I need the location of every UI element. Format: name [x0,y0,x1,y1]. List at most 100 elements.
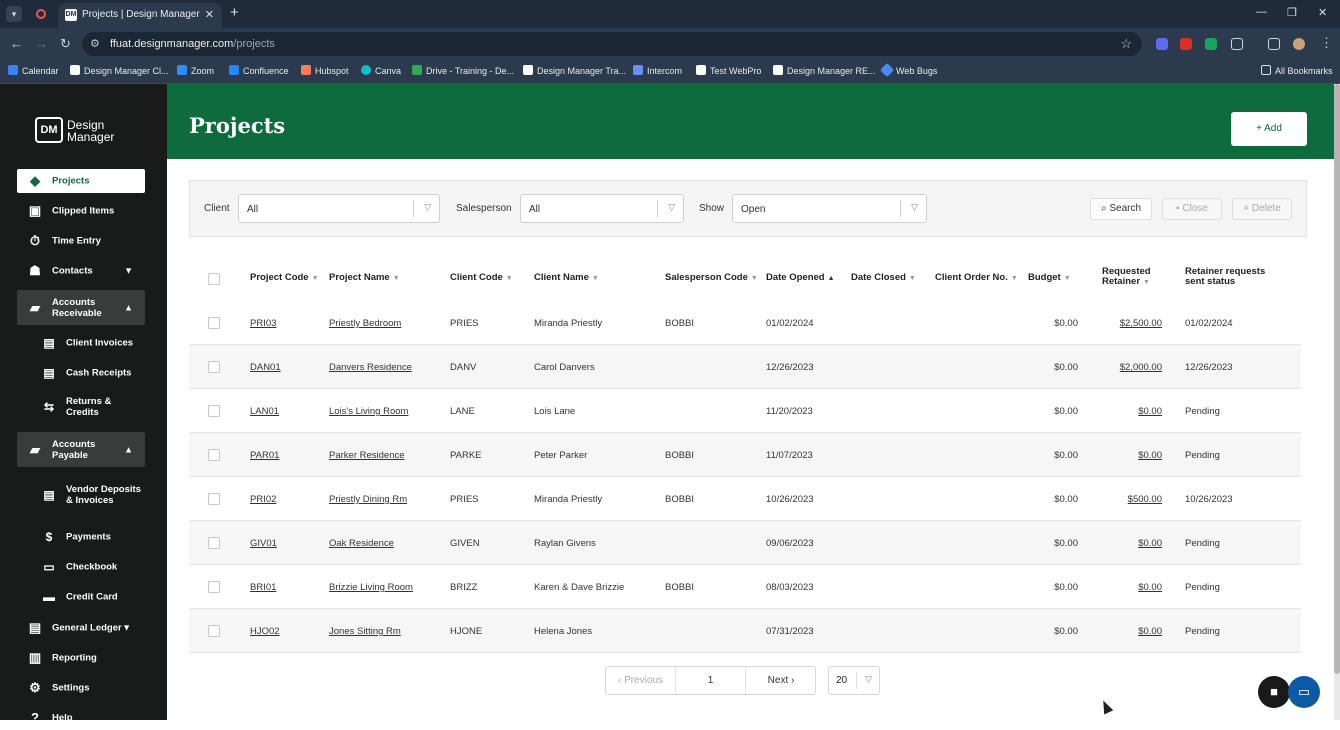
row-checkbox[interactable] [208,581,220,593]
browser-menu-icon[interactable]: ⋮ [1320,35,1333,51]
sidebar-item-checkbook[interactable]: ▭ Checkbook [40,557,150,577]
cell-retainer[interactable]: $2,000.00 [1120,362,1162,373]
sidebar-item-returns-credits[interactable]: ⇆ Returns & Credits [40,393,150,421]
back-icon[interactable]: ← [10,36,23,51]
cell-project-name[interactable]: Jones Sitting Rm [329,626,401,637]
bookmark-test-webpro[interactable]: Test WebPro [696,65,761,77]
sidebar-item-settings[interactable]: ⚙ Settings [17,676,145,700]
row-checkbox[interactable] [208,625,220,637]
cell-retainer[interactable]: $0.00 [1138,450,1162,461]
pdf-extension-icon[interactable] [1180,38,1192,50]
cell-project-name[interactable]: Lois's Living Room [329,406,408,417]
row-checkbox[interactable] [208,361,220,373]
salesperson-filter-select[interactable]: All ▽ [520,194,684,223]
row-checkbox[interactable] [208,449,220,461]
chevron-up-icon[interactable]: ▲ [124,302,133,313]
sidebar-item-contacts[interactable]: ☗ Contacts ▼ [17,259,145,283]
cell-retainer[interactable]: $2,500.00 [1120,318,1162,329]
sidebar-item-credit-card[interactable]: ▬ Credit Card [40,587,150,607]
design-manager-extension-icon[interactable] [1205,38,1217,50]
bookmark-star-icon[interactable]: ☆ [1120,36,1132,52]
select-all-checkbox[interactable] [208,273,220,285]
cell-retainer[interactable]: $0.00 [1138,626,1162,637]
cell-retainer[interactable]: $0.00 [1138,582,1162,593]
bookmark-web-bugs[interactable]: Web Bugs [879,62,937,78]
sidebar-item-payments[interactable]: $ Payments [40,527,150,547]
sidebar-item-help[interactable]: ? Help [17,706,145,730]
cell-project-code[interactable]: GIV01 [250,538,277,549]
bookmark-dm-re[interactable]: Design Manager RE... [773,65,876,77]
page-size-select[interactable]: 20 ▽ [828,666,880,695]
cell-project-code[interactable]: LAN01 [250,406,279,417]
sidebar-item-accounts-payable[interactable]: ▰ Accounts Payable ▲ [17,432,145,467]
chevron-up-icon[interactable]: ▲ [124,444,133,455]
col-budget[interactable]: Budget ▼ [1028,273,1071,284]
cell-project-code[interactable]: PRI02 [250,494,276,505]
intercom-chat-icon[interactable]: ▭ [1288,676,1320,708]
forward-icon[interactable]: → [35,36,48,51]
col-client-order-no[interactable]: Client Order No. ▼ [935,273,1018,284]
profile-avatar[interactable] [1293,38,1305,50]
page-scrollbar[interactable] [1334,84,1340,720]
all-bookmarks[interactable]: All Bookmarks [1261,65,1333,77]
cell-project-name[interactable]: Parker Residence [329,450,405,461]
sidebar-item-clipped-items[interactable]: ▣ Clipped Items [17,199,145,223]
delete-button[interactable]: × Delete [1232,198,1292,220]
bookmark-zoom[interactable]: Zoom [177,65,214,77]
cell-project-name[interactable]: Danvers Residence [329,362,412,373]
chevron-down-icon[interactable]: ▼ [122,623,131,634]
next-page-button[interactable]: Next › [746,667,816,694]
sidebar-item-projects[interactable]: ◆ Projects [17,169,145,193]
cell-project-code[interactable]: PRI03 [250,318,276,329]
bookmark-hubspot[interactable]: Hubspot [301,65,349,77]
scrollbar-thumb[interactable] [1334,84,1340,674]
cell-project-code[interactable]: DAN01 [250,362,281,373]
client-filter-select[interactable]: All ▽ [238,194,440,223]
col-project-name[interactable]: Project Name ▼ [329,273,400,284]
sidebar-item-general-ledger[interactable]: ▤ General Ledger ▼ [17,616,145,640]
extension-icon[interactable] [1156,38,1168,50]
cell-project-name[interactable]: Priestly Dining Rm [329,494,407,505]
table-row[interactable]: PAR01 Parker Residence PARKE Peter Parker BO… [189,433,1301,477]
extensions-puzzle-icon[interactable] [1231,38,1243,50]
new-tab-icon[interactable]: + [230,4,239,21]
table-row[interactable]: PRI02 Priestly Dining Rm PRIES Miranda Prie… [189,477,1301,521]
sidebar-item-vendor-deposits[interactable]: ▤ Vendor Deposits & Invoices [40,478,150,512]
cell-project-name[interactable]: Brizzie Living Room [329,582,413,593]
cell-project-code[interactable]: HJO02 [250,626,280,637]
cell-project-name[interactable]: Oak Residence [329,538,394,549]
cell-project-code[interactable]: PAR01 [250,450,279,461]
side-panel-icon[interactable] [1268,38,1280,50]
site-info-icon[interactable]: ⚙ [90,37,100,50]
url-field[interactable]: ⚙ ffuat.designmanager.com/projects ☆ [82,32,1142,56]
cell-project-code[interactable]: BRI01 [250,582,276,593]
bookmark-calendar[interactable]: Calendar [8,65,59,77]
show-filter-select[interactable]: Open ▽ [732,194,927,223]
bookmark-drive[interactable]: Drive - Training - De... [412,65,514,77]
row-checkbox[interactable] [208,537,220,549]
table-row[interactable]: PRI03 Priestly Bedroom PRIES Miranda Priest… [189,301,1301,345]
col-requested-retainer[interactable]: Requested Retainer ▼ [1102,267,1151,288]
browser-tab-projects[interactable]: DM Projects | Design Manager ✕ [58,3,222,28]
row-checkbox[interactable] [208,405,220,417]
table-row[interactable]: GIV01 Oak Residence GIVEN Raylan Givens 09/0… [189,521,1301,565]
col-client-code[interactable]: Client Code ▼ [450,273,513,284]
col-project-code[interactable]: Project Code ▼ [250,273,319,284]
row-checkbox[interactable] [208,493,220,505]
col-client-name[interactable]: Client Name ▼ [534,273,599,284]
bookmark-dm-classic[interactable]: Design Manager Cl... [70,65,169,77]
table-row[interactable]: HJO02 Jones Sitting Rm HJONE Helena Jones 07… [189,609,1301,653]
cell-retainer[interactable]: $0.00 [1138,406,1162,417]
sidebar-item-time-entry[interactable]: ⏱ Time Entry [17,229,145,253]
add-button[interactable]: + Add [1231,112,1307,146]
col-salesperson-code[interactable]: Salesperson Code ▼ [665,273,758,284]
table-row[interactable]: BRI01 Brizzie Living Room BRIZZ Karen & Dav… [189,565,1301,609]
search-button[interactable]: ⌕ Search [1090,198,1152,220]
cell-retainer[interactable]: $500.00 [1128,494,1162,505]
sidebar-item-reporting[interactable]: ▥ Reporting [17,646,145,670]
previous-page-button[interactable]: ‹ Previous [606,667,676,694]
sidebar-item-client-invoices[interactable]: ▤ Client Invoices [40,333,150,353]
close-tab-icon[interactable]: ✕ [205,3,214,27]
video-record-icon[interactable]: ■ [1258,676,1290,708]
cell-retainer[interactable]: $0.00 [1138,538,1162,549]
